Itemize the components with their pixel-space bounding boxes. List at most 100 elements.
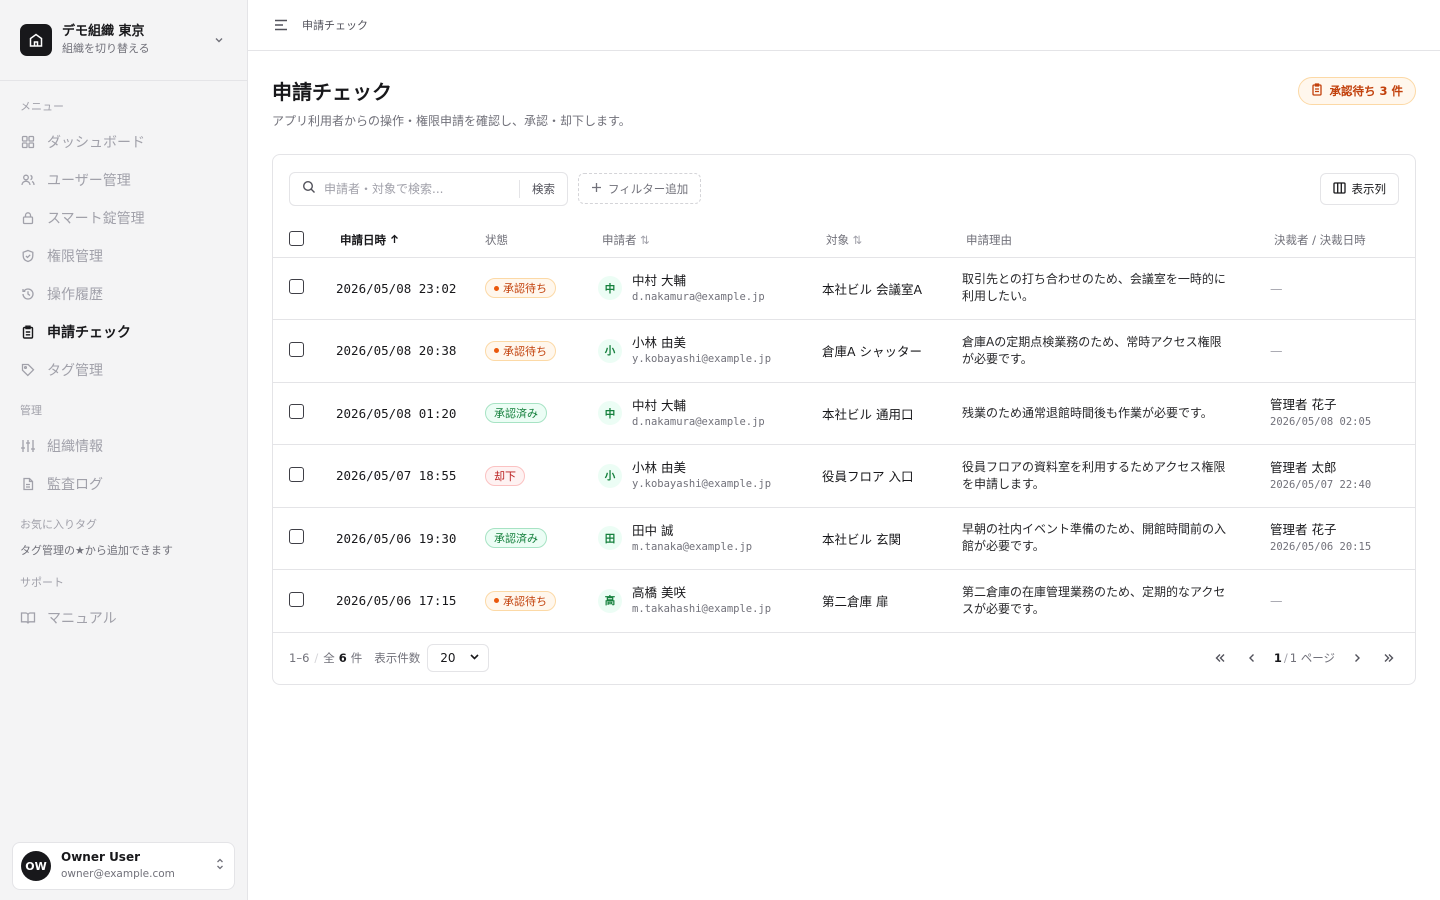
status-dot	[494, 348, 499, 354]
request-target: 倉庫A シャッター	[822, 344, 923, 360]
applicant-name: 中村 大輔	[632, 397, 686, 413]
first-page-icon[interactable]	[1210, 648, 1230, 668]
search-button[interactable]: 検索	[519, 180, 567, 198]
search-icon	[302, 180, 316, 198]
main-content: 申請チェック 申請チェック アプリ利用者からの操作・権限申請を確認し、承認・却下…	[248, 0, 1440, 900]
page-title: 申請チェック	[272, 80, 392, 104]
decider-empty: —	[1270, 593, 1283, 609]
sidebar-item-requests[interactable]: 申請チェック	[0, 313, 247, 351]
applicant-email: y.kobayashi@example.jp	[632, 478, 772, 491]
nav-item-label: タグ管理	[47, 363, 103, 379]
select-all-checkbox[interactable]	[289, 230, 304, 246]
nav-item-label: マニュアル	[47, 611, 117, 627]
table-row[interactable]: 2026/05/08 01:20 承認済み 中 中村 大輔 d.nakamura…	[273, 382, 1415, 445]
book-icon	[20, 610, 36, 626]
row-checkbox[interactable]	[289, 466, 304, 482]
requests-table: 申請日時 状態 申請者 ⇅ 対象 ⇅ 申請理由 決裁者 / 決裁日時 2026/…	[273, 223, 1415, 633]
org-name: デモ組織 東京	[62, 24, 145, 39]
sidebar-toggle-icon[interactable]	[272, 16, 290, 34]
admin-section-label: 管理	[20, 404, 42, 417]
decider-name: 管理者 太郎	[1270, 459, 1337, 475]
search-input[interactable]	[324, 182, 519, 196]
row-checkbox[interactable]	[289, 591, 304, 607]
history-icon	[20, 286, 36, 302]
nav-item-label: 権限管理	[47, 249, 103, 265]
total-prefix: 全	[323, 651, 335, 665]
request-reason: 取引先との打ち合わせのため、会議室を一時的に利用したい。	[962, 272, 1226, 304]
nav-item-label: 申請チェック	[47, 325, 131, 341]
nav-item-label: 組織情報	[47, 439, 103, 455]
page-indicator: 1/1 ページ	[1273, 651, 1335, 665]
page-size-label: 表示件数	[374, 651, 421, 665]
request-target: 本社ビル 通用口	[822, 406, 914, 422]
lock-icon	[20, 210, 36, 226]
status-badge: 却下	[485, 465, 525, 486]
sidebar-item-org-info[interactable]: 組織情報	[0, 427, 247, 465]
table-row[interactable]: 2026/05/06 17:15 承認待ち 高 高橋 美咲 m.takahash…	[273, 569, 1415, 633]
org-switcher[interactable]: デモ組織 東京 組織を切り替える	[0, 0, 247, 81]
applicant-email: d.nakamura@example.jp	[632, 290, 765, 303]
sidebar-item-dashboard[interactable]: ダッシュボード	[0, 123, 247, 161]
decided-at: 2026/05/07 22:40	[1270, 478, 1372, 491]
table-row[interactable]: 2026/05/08 20:38 承認待ち 小 小林 由美 y.kobayash…	[273, 319, 1415, 383]
topbar: 申請チェック	[248, 0, 1440, 51]
request-target: 役員フロア 入口	[822, 469, 914, 485]
table-row[interactable]: 2026/05/06 19:30 承認済み 田 田中 誠 m.tanaka@ex…	[273, 507, 1415, 570]
status-badge: 承認済み	[485, 403, 547, 424]
total-count: 6	[338, 651, 347, 665]
status-dot	[494, 598, 499, 604]
add-filter-button[interactable]: フィルター追加	[578, 173, 702, 204]
columns-label: 表示列	[1351, 182, 1387, 196]
user-name: Owner User	[61, 850, 141, 864]
row-checkbox[interactable]	[289, 529, 304, 545]
prev-page-icon[interactable]	[1242, 648, 1262, 668]
building-icon	[20, 24, 52, 56]
applicant-avatar: 中	[598, 276, 622, 301]
sidebar-item-permissions[interactable]: 権限管理	[0, 237, 247, 275]
row-checkbox[interactable]	[289, 404, 304, 420]
nav-item-label: ダッシュボード	[47, 135, 145, 151]
user-menu[interactable]: OW Owner User owner@example.com	[12, 842, 235, 890]
applicant-avatar: 高	[598, 588, 622, 613]
column-header-target[interactable]: 対象 ⇅	[822, 223, 962, 258]
pending-count-badge: 承認待ち 3 件	[1298, 77, 1416, 105]
status-badge: 承認済み	[485, 528, 547, 549]
column-header-applicant[interactable]: 申請者 ⇅	[598, 223, 822, 258]
decider-empty: —	[1270, 343, 1283, 359]
range-text: 1–6	[289, 651, 310, 665]
user-email: owner@example.com	[61, 868, 175, 880]
sidebar-item-audit-log[interactable]: 監査ログ	[0, 465, 247, 503]
sidebar-item-tags[interactable]: タグ管理	[0, 351, 247, 389]
table-row[interactable]: 2026/05/07 18:55 却下 小 小林 由美 y.kobayashi@…	[273, 444, 1415, 508]
sidebar-item-manual[interactable]: マニュアル	[0, 599, 247, 637]
next-page-icon[interactable]	[1347, 648, 1367, 668]
avatar: OW	[21, 851, 51, 881]
sidebar-item-smartlocks[interactable]: スマート錠管理	[0, 199, 247, 237]
applicant-email: d.nakamura@example.jp	[632, 415, 765, 428]
applicant-name: 高橋 美咲	[632, 585, 686, 601]
status-badge: 承認待ち	[485, 340, 556, 361]
total-suffix: 件	[350, 651, 363, 665]
row-checkbox[interactable]	[289, 279, 304, 295]
row-checkbox[interactable]	[289, 341, 304, 357]
applicant-email: y.kobayashi@example.jp	[632, 353, 772, 366]
column-header-date[interactable]: 申請日時	[324, 223, 481, 258]
last-page-icon[interactable]	[1379, 648, 1399, 668]
applicant-name: 中村 大輔	[632, 272, 686, 288]
request-date: 2026/05/08 20:38	[336, 343, 457, 359]
request-date: 2026/05/06 17:15	[336, 593, 457, 609]
request-reason: 役員フロアの資料室を利用するためアクセス権限を申請します。	[962, 459, 1226, 491]
request-date: 2026/05/06 19:30	[336, 530, 457, 546]
file-icon	[20, 476, 36, 492]
chevron-up-down-icon	[214, 857, 226, 875]
applicant-name: 田中 誠	[632, 522, 674, 538]
page-size-select[interactable]: 20	[427, 644, 490, 672]
pending-count-text: 承認待ち 3 件	[1329, 84, 1403, 98]
applicant-avatar: 中	[598, 401, 622, 426]
nav-item-label: 監査ログ	[47, 477, 103, 493]
table-row[interactable]: 2026/05/08 23:02 承認待ち 中 中村 大輔 d.nakamura…	[273, 257, 1415, 320]
columns-button[interactable]: 表示列	[1319, 173, 1399, 205]
favorites-note: タグ管理の★から追加できます	[20, 544, 173, 557]
sidebar-item-users[interactable]: ユーザー管理	[0, 161, 247, 199]
sidebar-item-history[interactable]: 操作履歴	[0, 275, 247, 313]
